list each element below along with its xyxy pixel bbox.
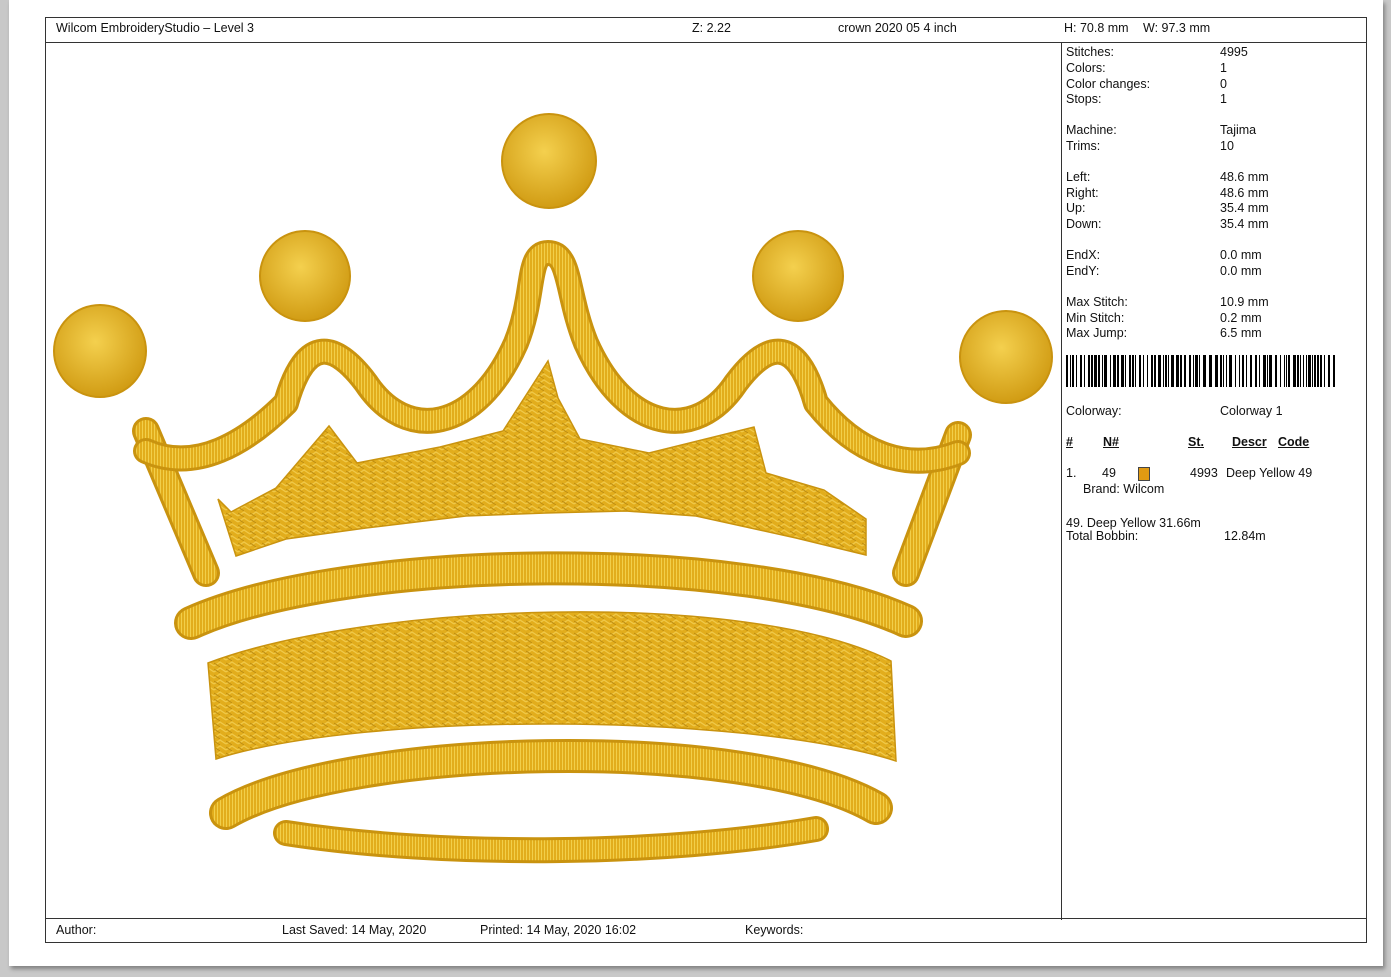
jewel-right-outer (959, 310, 1053, 404)
jewel-left-inner (259, 230, 351, 322)
jewel-top (501, 113, 597, 209)
col-header-description: Descr (1232, 435, 1267, 449)
col-header-stitches: St. (1188, 435, 1204, 449)
stat-row: Stops: 1 (1066, 92, 1227, 106)
stat-row: Left: 48.6 mm (1066, 170, 1269, 184)
report-frame: Wilcom EmbroideryStudio – Level 3 Z: 2.2… (45, 17, 1367, 943)
colorway-row: Colorway: Colorway 1 (1066, 404, 1283, 418)
author-label: Author: (56, 923, 97, 937)
stat-row: Stitches: 4995 (1066, 45, 1248, 59)
stat-row: EndY: 0.0 mm (1066, 264, 1262, 278)
color-row-index: 1. (1066, 466, 1077, 480)
crown-main-band (207, 611, 897, 763)
design-preview (46, 43, 1061, 920)
stat-row: Colors: 1 (1066, 61, 1227, 75)
stat-row: Down: 35.4 mm (1066, 217, 1269, 231)
zoom-level: Z: 2.22 (692, 21, 731, 35)
report-footer: Author: Last Saved: 14 May, 2020 Printed… (46, 918, 1366, 942)
stat-row: Right: 48.6 mm (1066, 186, 1269, 200)
last-saved: Last Saved: 14 May, 2020 (282, 923, 427, 937)
stat-row: EndX: 0.0 mm (1066, 248, 1262, 262)
thread-usage: 49. Deep Yellow 31.66m (1066, 516, 1201, 530)
color-row-brand: Brand: Wilcom (1083, 482, 1165, 496)
design-width: W: 97.3 mm (1143, 21, 1211, 35)
color-row-number: 49 (1102, 466, 1116, 480)
thread-color-swatch (1138, 467, 1150, 481)
color-row-description: Deep Yellow 49 (1226, 466, 1313, 480)
stat-row: Max Jump: 6.5 mm (1066, 326, 1262, 340)
printed-date: Printed: 14 May, 2020 16:02 (480, 923, 637, 937)
app-title: Wilcom EmbroideryStudio – Level 3 (56, 21, 254, 35)
col-header-code: Code (1278, 435, 1310, 449)
stat-row: Min Stitch: 0.2 mm (1066, 311, 1262, 325)
design-name: crown 2020 05 4 inch (838, 21, 957, 35)
barcode (1066, 355, 1338, 387)
panel-divider (1061, 43, 1062, 920)
bobbin-row: Total Bobbin: 12.84m (1066, 529, 1266, 543)
report-header: Wilcom EmbroideryStudio – Level 3 Z: 2.2… (46, 18, 1366, 43)
stat-row: Max Stitch: 10.9 mm (1066, 295, 1269, 309)
crown-inner-fill (217, 359, 867, 557)
print-preview-page: Wilcom EmbroideryStudio – Level 3 Z: 2.2… (9, 0, 1383, 966)
keywords-label: Keywords: (745, 923, 804, 937)
color-row-stitches: 4993 (1190, 466, 1218, 480)
col-header-number: N# (1103, 435, 1119, 449)
embroidered-crown-image (53, 113, 1053, 864)
jewel-left-outer (53, 304, 147, 398)
stat-row: Machine: Tajima (1066, 123, 1257, 137)
design-height: H: 70.8 mm (1064, 21, 1129, 35)
col-header-index: # (1066, 435, 1073, 449)
stat-row: Up: 35.4 mm (1066, 201, 1269, 215)
stat-row: Trims: 10 (1066, 139, 1234, 153)
design-info-panel: Stitches: 4995 Colors: 1 Color changes: 0 S… (1066, 43, 1366, 920)
stat-row: Color changes: 0 (1066, 77, 1227, 91)
jewel-right-inner (752, 230, 844, 322)
